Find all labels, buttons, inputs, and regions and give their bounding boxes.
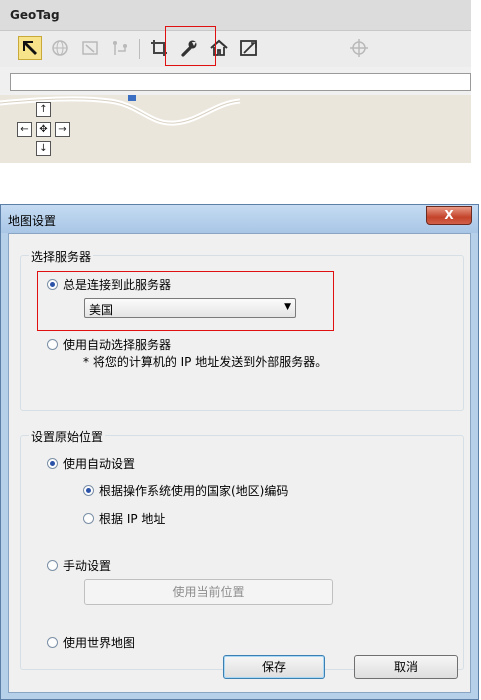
pan-center-button[interactable]: ✥ — [36, 122, 51, 137]
geotag-toolbar — [0, 31, 471, 67]
globe-tool-icon[interactable] — [48, 36, 72, 60]
dialog-title: 地图设置 — [8, 214, 57, 228]
settings-icon-highlight — [165, 26, 216, 66]
by-ip-label: 根据 IP 地址 — [99, 512, 166, 526]
geotag-window: GeoTag ↑ ← ✥ → ↓ — [0, 0, 471, 163]
location-group-title: 设置原始位置 — [29, 428, 106, 445]
auto-select-note: * 将您的计算机的 IP 地址发送到外部服务器。 — [83, 355, 328, 369]
server-select-value: 美国 — [89, 303, 114, 317]
by-ip-radio[interactable]: 根据 IP 地址 — [83, 510, 165, 527]
chevron-down-icon: ▼ — [284, 302, 291, 312]
radio-dot — [47, 560, 58, 571]
always-connect-radio[interactable]: 总是连接到此服务器 — [47, 276, 171, 293]
geotag-title-bar: GeoTag — [0, 0, 471, 31]
crosshair-icon[interactable] — [347, 36, 371, 60]
radio-dot — [47, 458, 58, 469]
radio-dot — [47, 279, 58, 290]
dialog-body: 选择服务器 总是连接到此服务器 美国 ▼ 使用自动选择服务器 * 将您的计算机的… — [8, 233, 471, 693]
server-group-title: 选择服务器 — [29, 248, 94, 265]
map-settings-dialog: 地图设置 X 选择服务器 总是连接到此服务器 美国 ▼ 使用自动选择服务器 * … — [0, 204, 479, 700]
pan-down-button[interactable]: ↓ — [36, 141, 51, 156]
map-view[interactable]: ↑ ← ✥ → ↓ — [0, 95, 471, 163]
world-map-label: 使用世界地图 — [63, 636, 136, 650]
pointer-tool-icon[interactable] — [18, 36, 42, 60]
always-connect-label: 总是连接到此服务器 — [63, 278, 172, 292]
radio-dot — [83, 485, 94, 496]
geotag-title: GeoTag — [10, 8, 60, 22]
dialog-title-bar: 地图设置 X — [1, 205, 478, 233]
by-os-country-radio[interactable]: 根据操作系统使用的国家(地区)编码 — [83, 482, 288, 499]
location-search-input[interactable] — [10, 73, 471, 91]
save-button[interactable]: 保存 — [223, 655, 325, 679]
close-button[interactable]: X — [426, 206, 472, 225]
radio-dot — [83, 513, 94, 524]
auto-select-server-label: 使用自动选择服务器 — [63, 338, 172, 352]
pan-left-button[interactable]: ← — [17, 122, 32, 137]
cancel-button[interactable]: 取消 — [354, 655, 458, 679]
route-tool-icon[interactable] — [108, 36, 132, 60]
radio-dot — [47, 637, 58, 648]
radio-dot — [47, 339, 58, 350]
auto-setting-radio[interactable]: 使用自动设置 — [47, 455, 135, 472]
manual-setting-label: 手动设置 — [63, 559, 112, 573]
world-map-radio[interactable]: 使用世界地图 — [47, 634, 135, 651]
auto-setting-label: 使用自动设置 — [63, 457, 136, 471]
toolbar-divider — [139, 39, 140, 59]
server-select[interactable]: 美国 ▼ — [84, 298, 296, 318]
map-frame-tool-icon[interactable] — [78, 36, 102, 60]
manual-setting-radio[interactable]: 手动设置 — [47, 557, 111, 574]
map-edit-icon[interactable] — [237, 36, 261, 60]
pan-up-button[interactable]: ↑ — [36, 102, 51, 117]
use-current-location-button[interactable]: 使用当前位置 — [84, 579, 333, 605]
auto-select-server-radio[interactable]: 使用自动选择服务器 — [47, 336, 171, 353]
map-roads — [0, 95, 241, 126]
pan-right-button[interactable]: → — [55, 122, 70, 137]
by-os-country-label: 根据操作系统使用的国家(地区)编码 — [99, 484, 289, 498]
